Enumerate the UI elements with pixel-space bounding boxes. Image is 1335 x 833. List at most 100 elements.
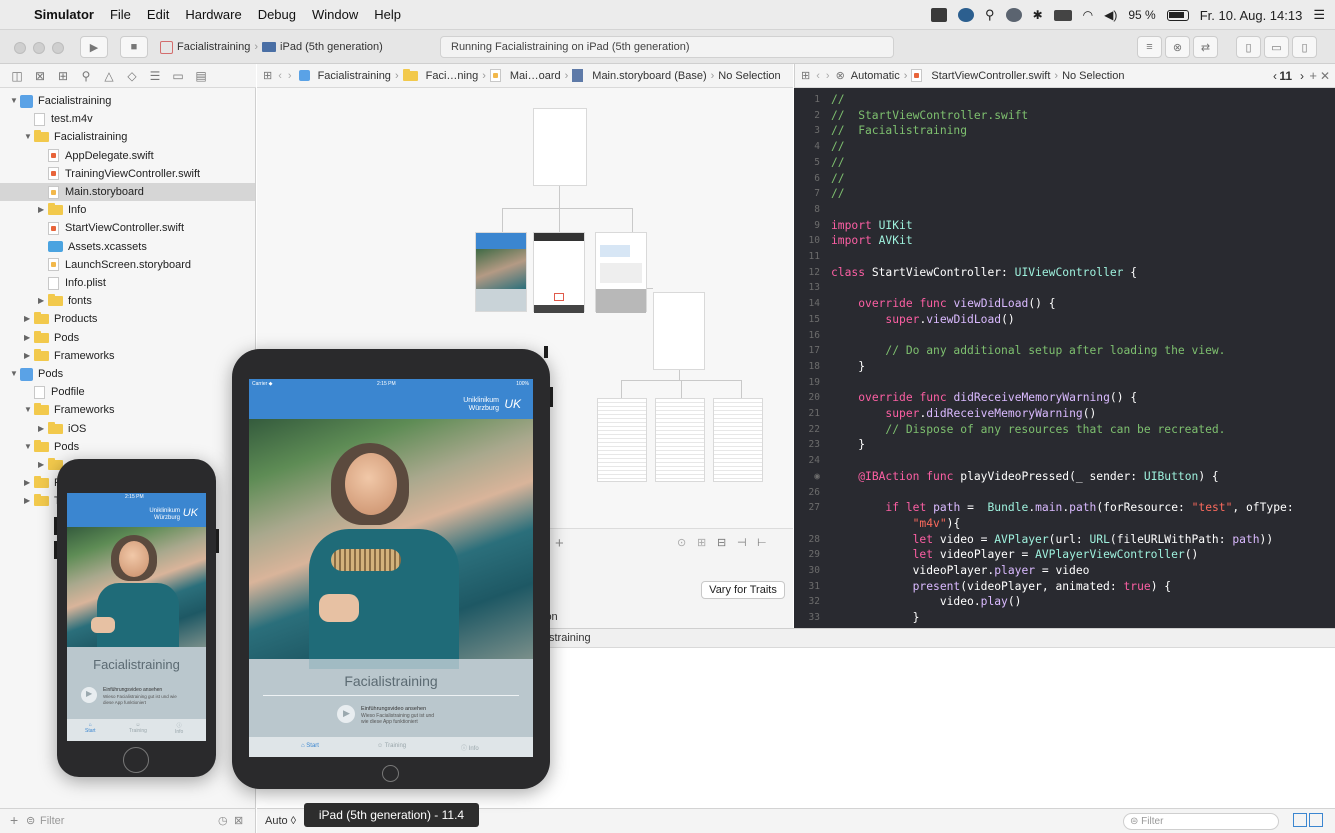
embed-icon[interactable]: ⊞ [697, 536, 706, 549]
back-icon[interactable]: ‹ [813, 70, 823, 82]
debug-navigator-icon[interactable]: ☰ [148, 69, 162, 83]
code-line[interactable]: 23 } [794, 437, 1335, 453]
code-line[interactable]: 1 // [794, 92, 1335, 108]
close-editor-icon[interactable]: ✕ [1320, 69, 1330, 83]
volume-icon[interactable]: ◀) [1104, 8, 1117, 22]
symbol-navigator-icon[interactable]: ⊞ [56, 69, 70, 83]
code-line[interactable]: 2 // StartViewController.swift [794, 108, 1335, 124]
navigator-row[interactable]: ▼ Facialistraining [0, 128, 255, 146]
stop-button[interactable]: ■ [120, 36, 148, 58]
navigator-row[interactable]: Podfile [0, 383, 255, 401]
scheme-selector[interactable]: Facialistraining › iPad (5th generation) [160, 36, 396, 58]
storyboard-scene-detail-2[interactable] [655, 398, 705, 482]
test-navigator-icon[interactable]: ◇ [125, 69, 139, 83]
code-line[interactable]: 27 if let path = Bundle.main.path(forRes… [794, 500, 1335, 516]
add-icon[interactable]: + [555, 535, 564, 552]
version-editor-button[interactable]: ⇄ [1193, 36, 1218, 58]
forward-icon[interactable]: › [823, 70, 833, 82]
console-filter-input[interactable]: ⊜ Filter [1123, 813, 1279, 830]
iphone-home-button[interactable] [123, 747, 149, 773]
code-line[interactable]: 22 // Dispose of any resources that can … [794, 422, 1335, 438]
storyboard-scene-training[interactable] [533, 232, 585, 313]
battery-percent[interactable]: 95 % [1128, 8, 1155, 22]
navigator-row[interactable]: StartViewController.swift [0, 219, 255, 237]
volume-button[interactable] [550, 387, 553, 407]
code-line[interactable]: 17 // Do any additional setup after load… [794, 343, 1335, 359]
code-line[interactable]: 16 [794, 328, 1335, 344]
navigator-row[interactable]: TrainingViewController.swift [0, 165, 255, 183]
storyboard-scene-nav[interactable] [533, 108, 587, 186]
modified-files-icon[interactable]: ⊠ [234, 814, 243, 827]
code-line[interactable]: 10 import AVKit [794, 233, 1335, 249]
display-icon[interactable] [1053, 9, 1072, 21]
project-navigator-icon[interactable]: ◫ [10, 69, 24, 83]
wifi-icon[interactable]: ◠ [1083, 8, 1093, 22]
code-line[interactable]: 4 // [794, 139, 1335, 155]
tab-info[interactable]: ⓘ Info [461, 743, 479, 752]
code-line[interactable]: 33 } [794, 610, 1335, 626]
console-view-toggle-icon[interactable] [1309, 813, 1323, 827]
tab-start[interactable]: ⌂ Start [301, 743, 319, 749]
navigator-row[interactable]: test.m4v [0, 110, 255, 128]
crumb-file[interactable]: StartViewController.swift [928, 70, 1053, 82]
zoom-selector[interactable]: Auto ◊ [265, 815, 296, 827]
code-editor[interactable]: 1 // 2 // StartViewController.swift 3 // Faci… [794, 88, 1335, 628]
menu-app-name[interactable]: Simulator [26, 7, 102, 22]
storyboard-scene-info[interactable] [595, 232, 647, 313]
code-line[interactable]: 11 [794, 249, 1335, 265]
code-line[interactable]: 3 // Facialistraining [794, 123, 1335, 139]
disclosure-closed-icon[interactable]: ▶ [24, 347, 34, 365]
minimize-window-button[interactable] [33, 42, 45, 54]
toggle-navigator-button[interactable]: ▯ [1236, 36, 1261, 58]
variables-view-toggle-icon[interactable] [1293, 813, 1307, 827]
code-line[interactable]: 6 // [794, 171, 1335, 187]
zoom-window-button[interactable] [52, 42, 64, 54]
code-line[interactable]: 32 video.play() [794, 594, 1335, 610]
ipad-home-button[interactable] [382, 765, 399, 782]
breakpoint-icon[interactable]: ◉ [794, 469, 820, 485]
code-line[interactable]: 20 override func didReceiveMemoryWarning… [794, 390, 1335, 406]
navigator-filter-input[interactable]: Filter [40, 815, 64, 827]
play-video-button[interactable]: ▶ [81, 687, 97, 703]
navigator-row[interactable]: ▶ Info [0, 201, 255, 219]
standard-editor-button[interactable]: ≡ [1137, 36, 1162, 58]
code-line[interactable]: 18 } [794, 359, 1335, 375]
code-line[interactable]: 19 [794, 375, 1335, 391]
storyboard-scene-start[interactable] [475, 232, 527, 312]
issue-navigator-icon[interactable]: △ [102, 69, 116, 83]
navigator-row[interactable]: ▼ Pods [0, 365, 255, 383]
disclosure-open-icon[interactable]: ▼ [10, 365, 20, 383]
navigator-row[interactable]: AppDelegate.swift [0, 147, 255, 165]
pin-icon[interactable]: ⊣ [737, 536, 747, 549]
power-button[interactable] [216, 529, 219, 553]
align-icon[interactable]: ⊟ [717, 536, 726, 549]
disclosure-closed-icon[interactable]: ▶ [38, 292, 48, 310]
bluetooth-icon[interactable]: ✱ [1033, 8, 1043, 22]
navigator-row[interactable]: ▼ Facialistraining [0, 92, 255, 110]
notification-center-icon[interactable]: ☰ [1313, 7, 1325, 23]
related-items-icon[interactable]: ⊞ [795, 69, 813, 82]
recent-files-icon[interactable]: ◷ [218, 814, 228, 827]
menu-window[interactable]: Window [304, 7, 366, 22]
navigator-row[interactable]: ▶ fonts [0, 292, 255, 310]
code-line[interactable]: 29 let videoPlayer = AVPlayerViewControl… [794, 547, 1335, 563]
code-line[interactable]: 5 // [794, 155, 1335, 171]
menu-debug[interactable]: Debug [250, 7, 304, 22]
code-line[interactable]: 30 videoPlayer.player = video [794, 563, 1335, 579]
menu-edit[interactable]: Edit [139, 7, 177, 22]
find-navigator-icon[interactable]: ⚲ [79, 69, 93, 83]
storyboard-scene-detail-3[interactable] [713, 398, 763, 482]
assistant-editor-button[interactable]: ⊗ [1165, 36, 1190, 58]
disclosure-closed-icon[interactable]: ▶ [38, 456, 48, 474]
video-title[interactable]: Einführungsvideo ansehen [361, 706, 426, 712]
tab-start[interactable]: ⌂ Start [85, 722, 96, 734]
spotlight-search-icon[interactable]: ⚲ [985, 7, 995, 23]
add-editor-icon[interactable]: + [1309, 68, 1317, 83]
counterpart-previous-icon[interactable]: ‹ [1273, 69, 1277, 83]
crumb-project[interactable]: Facialistraining [315, 70, 394, 82]
close-window-button[interactable] [14, 42, 26, 54]
code-line[interactable]: 7 // [794, 186, 1335, 202]
disclosure-closed-icon[interactable]: ▶ [24, 474, 34, 492]
code-line[interactable]: 8 [794, 202, 1335, 218]
disclosure-open-icon[interactable]: ▼ [24, 438, 34, 456]
